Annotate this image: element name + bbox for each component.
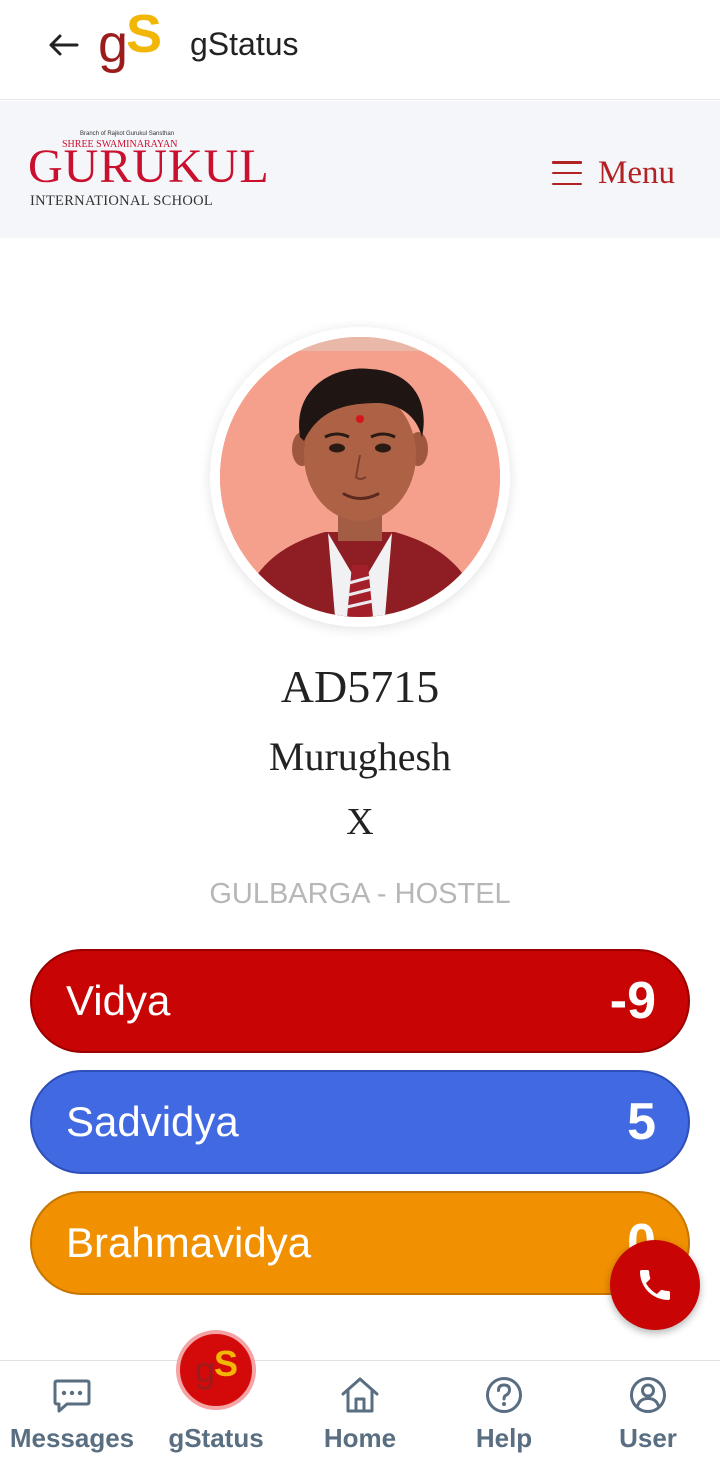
logo-school-subtitle: INTERNATIONAL SCHOOL bbox=[30, 193, 214, 209]
help-icon bbox=[486, 1377, 522, 1413]
score-value: -9 bbox=[609, 972, 656, 1030]
menu-button[interactable]: Menu bbox=[552, 148, 675, 198]
vidya-score-card[interactable]: Vidya -9 bbox=[30, 949, 690, 1053]
sadvidya-score-card[interactable]: Sadvidya 5 bbox=[30, 1070, 690, 1174]
gstatus-logo-icon[interactable]: gS bbox=[176, 1330, 256, 1410]
score-label: Brahmavidya bbox=[66, 1219, 312, 1266]
student-campus: GULBARGA - HOSTEL bbox=[209, 878, 511, 910]
call-button[interactable] bbox=[610, 1240, 700, 1330]
logo-branch-line: Branch of Rajkot Gurukul Sansthan bbox=[80, 131, 175, 137]
nav-item-help[interactable]: Help bbox=[432, 1361, 576, 1474]
home-icon bbox=[341, 1377, 379, 1413]
back-arrow-icon bbox=[49, 34, 79, 56]
student-id: AD5715 bbox=[280, 661, 440, 712]
nav-label: User bbox=[619, 1423, 677, 1453]
score-label: Sadvidya bbox=[66, 1098, 239, 1145]
nav-item-user[interactable]: User bbox=[576, 1361, 720, 1474]
gstatus-logo: gS bbox=[98, 4, 162, 74]
student-name: Murughesh bbox=[268, 734, 452, 779]
back-button[interactable] bbox=[40, 22, 86, 68]
score-value: 5 bbox=[627, 1093, 656, 1151]
phone-icon bbox=[640, 1270, 670, 1300]
avatar-frame bbox=[210, 327, 510, 627]
message-icon bbox=[53, 1379, 91, 1413]
bottom-nav: Messages gStatus Home Help User bbox=[0, 1360, 720, 1474]
nav-item-messages[interactable]: Messages bbox=[0, 1361, 144, 1474]
menu-label: Menu bbox=[598, 154, 675, 191]
hamburger-icon bbox=[552, 161, 582, 185]
logo-school-name: GURUKUL bbox=[28, 140, 270, 193]
student-portrait-icon bbox=[220, 337, 500, 617]
user-icon bbox=[630, 1377, 666, 1413]
nav-label: Messages bbox=[9, 1423, 135, 1453]
nav-label: gStatus bbox=[168, 1423, 264, 1453]
app-title: gStatus bbox=[190, 26, 299, 62]
student-class: X bbox=[346, 801, 374, 843]
app-bar: gS gStatus bbox=[0, 0, 720, 100]
school-logo[interactable]: Branch of Rajkot Gurukul Sansthan SHREE … bbox=[28, 129, 269, 214]
score-label: Vidya bbox=[66, 977, 171, 1024]
student-photo bbox=[220, 337, 500, 617]
nav-label: Help bbox=[475, 1423, 533, 1453]
nav-item-home[interactable]: Home bbox=[288, 1361, 432, 1474]
nav-label: Home bbox=[323, 1423, 397, 1453]
brahmavidya-score-card[interactable]: Brahmavidya 0 bbox=[30, 1191, 690, 1295]
